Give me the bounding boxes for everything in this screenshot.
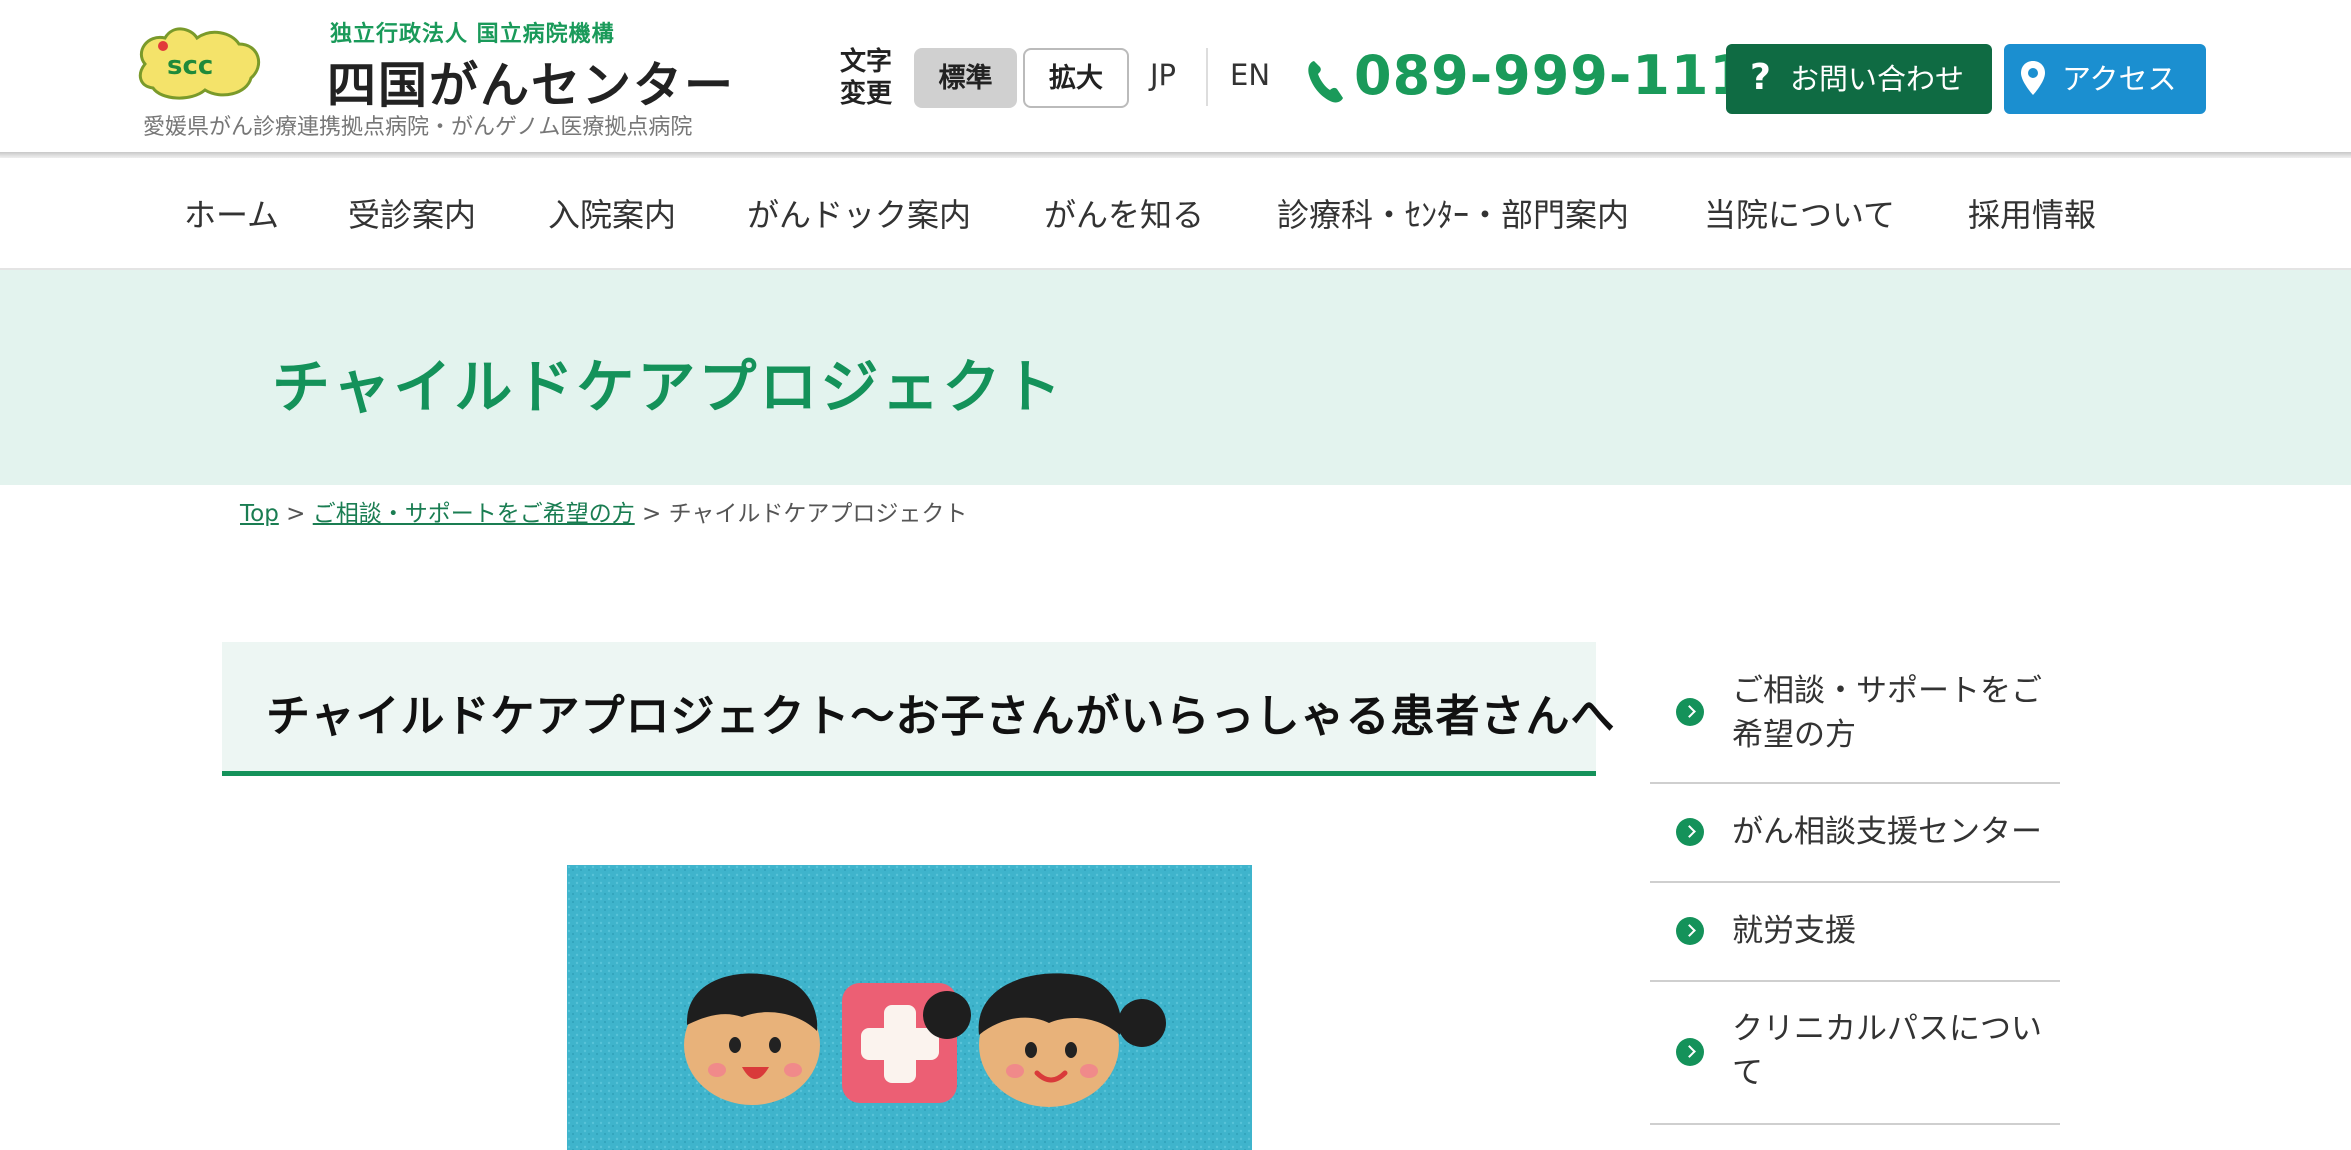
- nav-item-outpatient[interactable]: 受診案内: [348, 190, 476, 236]
- nav-item-cancer-dock[interactable]: がんドック案内: [747, 190, 971, 236]
- chevron-right-icon: [1676, 917, 1704, 945]
- font-standard-button[interactable]: 標準: [914, 48, 1017, 108]
- chevron-right-icon: [1676, 818, 1704, 846]
- map-pin-icon: [2021, 61, 2045, 95]
- side-item-clinical-path[interactable]: クリニカルパスについて: [1650, 982, 2060, 1125]
- nav-item-home[interactable]: ホーム: [184, 190, 279, 236]
- side-nav: ご相談・サポートをご希望の方 がん相談支援センター 就労支援 クリニカルパスにつ…: [1650, 652, 2060, 1125]
- hospital-subtitle: 愛媛県がん診療連携拠点病院・がんゲノム医療拠点病院: [143, 115, 693, 140]
- section-heading-box: チャイルドケアプロジェクト〜お子さんがいらっしゃる患者さんへ: [222, 642, 1615, 776]
- nav-item-departments[interactable]: 診療科・ｾﾝﾀｰ・部門案内: [1277, 190, 1629, 236]
- boy-face-icon: [684, 973, 820, 1105]
- side-item-label: クリニカルパスについて: [1732, 1011, 2042, 1091]
- contact-button[interactable]: ? お問い合わせ: [1726, 44, 1992, 114]
- scc-logo-icon: scc: [138, 27, 261, 100]
- page-title-band: チャイルドケアプロジェクト: [0, 270, 2351, 485]
- nav-item-about-hospital[interactable]: 当院について: [1704, 190, 1895, 236]
- logo-letters: scc: [167, 51, 213, 81]
- page-title: チャイルドケアプロジェクト: [272, 353, 1065, 421]
- access-button[interactable]: アクセス: [2004, 44, 2206, 114]
- side-item-employment[interactable]: 就労支援: [1650, 883, 2060, 982]
- nav-item-about-cancer[interactable]: がんを知る: [1044, 190, 1204, 236]
- breadcrumb-current: チャイルドケアプロジェクト: [668, 501, 968, 527]
- breadcrumb-separator: >: [278, 501, 313, 527]
- font-size-label-line2: 変更: [840, 79, 893, 109]
- breadcrumb-separator: >: [634, 501, 669, 527]
- global-nav: ホーム 受診案内 入院案内 がんドック案内 がんを知る 診療科・ｾﾝﾀｰ・部門案…: [0, 158, 2351, 270]
- chevron-right-icon: [1676, 1038, 1704, 1066]
- hospital-name: 四国がんセンター: [327, 57, 736, 114]
- side-item-label: 就労支援: [1732, 913, 1856, 949]
- site-header: scc 独立行政法人 国立病院機構 四国がんセンター 愛媛県がん診療連携拠点病院…: [0, 0, 2351, 155]
- phone-number-text: 089-999-1111: [1354, 44, 1787, 107]
- nav-item-inpatient[interactable]: 入院案内: [548, 190, 676, 236]
- site-logo[interactable]: scc 独立行政法人 国立病院機構 四国がんセンター 愛媛県がん診療連携拠点病院…: [135, 14, 735, 144]
- lang-en-link[interactable]: EN: [1230, 58, 1270, 92]
- org-name: 独立行政法人 国立病院機構: [330, 22, 615, 47]
- breadcrumb-parent-link[interactable]: ご相談・サポートをご希望の方: [313, 501, 635, 527]
- child-care-illustration: [567, 865, 1252, 1150]
- nav-item-recruit[interactable]: 採用情報: [1968, 190, 2096, 236]
- breadcrumb-top-link[interactable]: Top: [240, 501, 279, 527]
- lang-divider: [1206, 48, 1208, 106]
- access-button-label: アクセス: [2062, 62, 2177, 96]
- section-heading: チャイルドケアプロジェクト〜お子さんがいらっしゃる患者さんへ: [266, 691, 1616, 742]
- phone-icon: [1308, 61, 1343, 103]
- chevron-right-icon: [1676, 698, 1704, 726]
- font-size-label: 文字 変更: [840, 46, 892, 110]
- lang-jp-link[interactable]: JP: [1150, 58, 1176, 92]
- side-item-support-center[interactable]: がん相談支援センター: [1650, 784, 2060, 883]
- question-icon: ?: [1750, 57, 1771, 98]
- side-item-label: ご相談・サポートをご希望の方: [1732, 673, 2042, 753]
- breadcrumb: Top > ご相談・サポートをご希望の方 > チャイルドケアプロジェクト: [240, 494, 967, 528]
- font-size-label-line1: 文字: [840, 47, 893, 77]
- side-item-label: がん相談支援センター: [1732, 814, 2042, 850]
- side-item-consultation[interactable]: ご相談・サポートをご希望の方: [1650, 652, 2060, 784]
- font-large-button[interactable]: 拡大: [1023, 48, 1129, 108]
- contact-button-label: お問い合わせ: [1790, 62, 1965, 96]
